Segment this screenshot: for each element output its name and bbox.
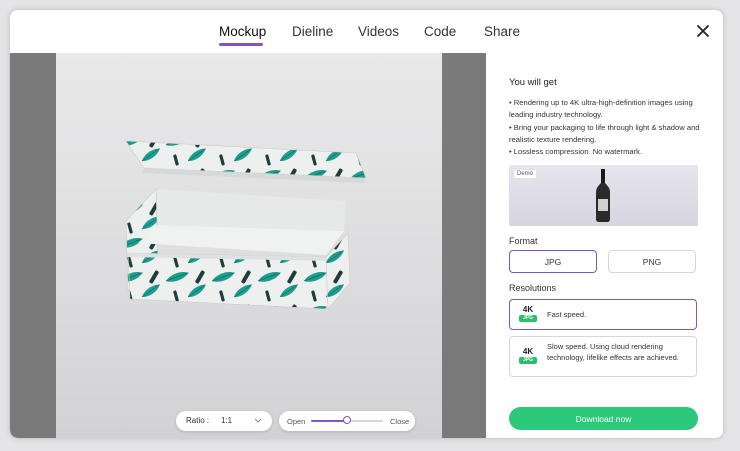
panel-title: You will get <box>509 77 557 88</box>
format-jpg-button[interactable]: JPG <box>509 250 597 273</box>
resolution-option-slow[interactable]: 4K JPG Slow speed. Using cloud rendering… <box>509 336 697 377</box>
lid-open-slider: Open Close <box>279 411 415 431</box>
demo-badge: Demo <box>514 170 537 178</box>
benefit-item: • Lossless compression. No watermark. <box>509 147 643 157</box>
close-label: Close <box>390 417 410 426</box>
download-panel: You will get • Rendering up to 4K ultra-… <box>486 53 723 438</box>
tab-mockup[interactable]: Mockup <box>219 24 266 39</box>
4k-jpg-icon: 4K JPG <box>518 347 538 364</box>
tab-dieline[interactable]: Dieline <box>292 24 333 39</box>
format-label: Format <box>509 236 538 246</box>
ratio-select[interactable]: Ratio : 1:1 <box>176 411 272 431</box>
resolution-option-fast[interactable]: 4K JPG Fast speed. <box>509 299 697 330</box>
slider-thumb[interactable] <box>343 416 351 424</box>
mockup-preview: Ratio : 1:1 Open Close <box>10 53 486 438</box>
4k-jpg-icon: 4K JPG <box>518 305 538 322</box>
bottle-icon <box>596 169 610 222</box>
box-mockup-image <box>125 140 367 310</box>
tab-videos[interactable]: Videos <box>358 24 399 39</box>
benefits-list: • Rendering up to 4K ultra-high-definiti… <box>509 97 709 158</box>
ratio-value: 1:1 <box>221 416 233 425</box>
render-stage[interactable]: Ratio : 1:1 Open Close <box>56 53 442 438</box>
modal-header: Mockup Dieline Videos Code Share <box>10 10 723 53</box>
chevron-down-icon <box>254 417 262 426</box>
download-button[interactable]: Download now <box>509 407 698 430</box>
tab-share[interactable]: Share <box>484 24 520 39</box>
active-tab-indicator <box>219 43 263 46</box>
ratio-label: Ratio : <box>186 416 210 425</box>
resolution-description: Slow speed. Using cloud rendering techno… <box>547 342 679 362</box>
slider-fill <box>311 420 347 422</box>
mockup-modal: Mockup Dieline Videos Code Share Ratio:… <box>10 10 723 438</box>
tab-code[interactable]: Code <box>424 24 456 39</box>
format-png-button[interactable]: PNG <box>608 250 696 273</box>
resolutions-label: Resolutions <box>509 283 557 293</box>
resolution-description: Fast speed. <box>547 310 587 319</box>
demo-image: Demo <box>509 165 698 226</box>
benefit-item: • Rendering up to 4K ultra-high-definiti… <box>509 98 693 120</box>
open-label: Open <box>287 417 306 426</box>
close-icon[interactable] <box>694 22 712 40</box>
benefit-item: • Bring your packaging to life through l… <box>509 122 700 144</box>
tab-bar: Mockup Dieline Videos Code Share <box>10 10 723 53</box>
